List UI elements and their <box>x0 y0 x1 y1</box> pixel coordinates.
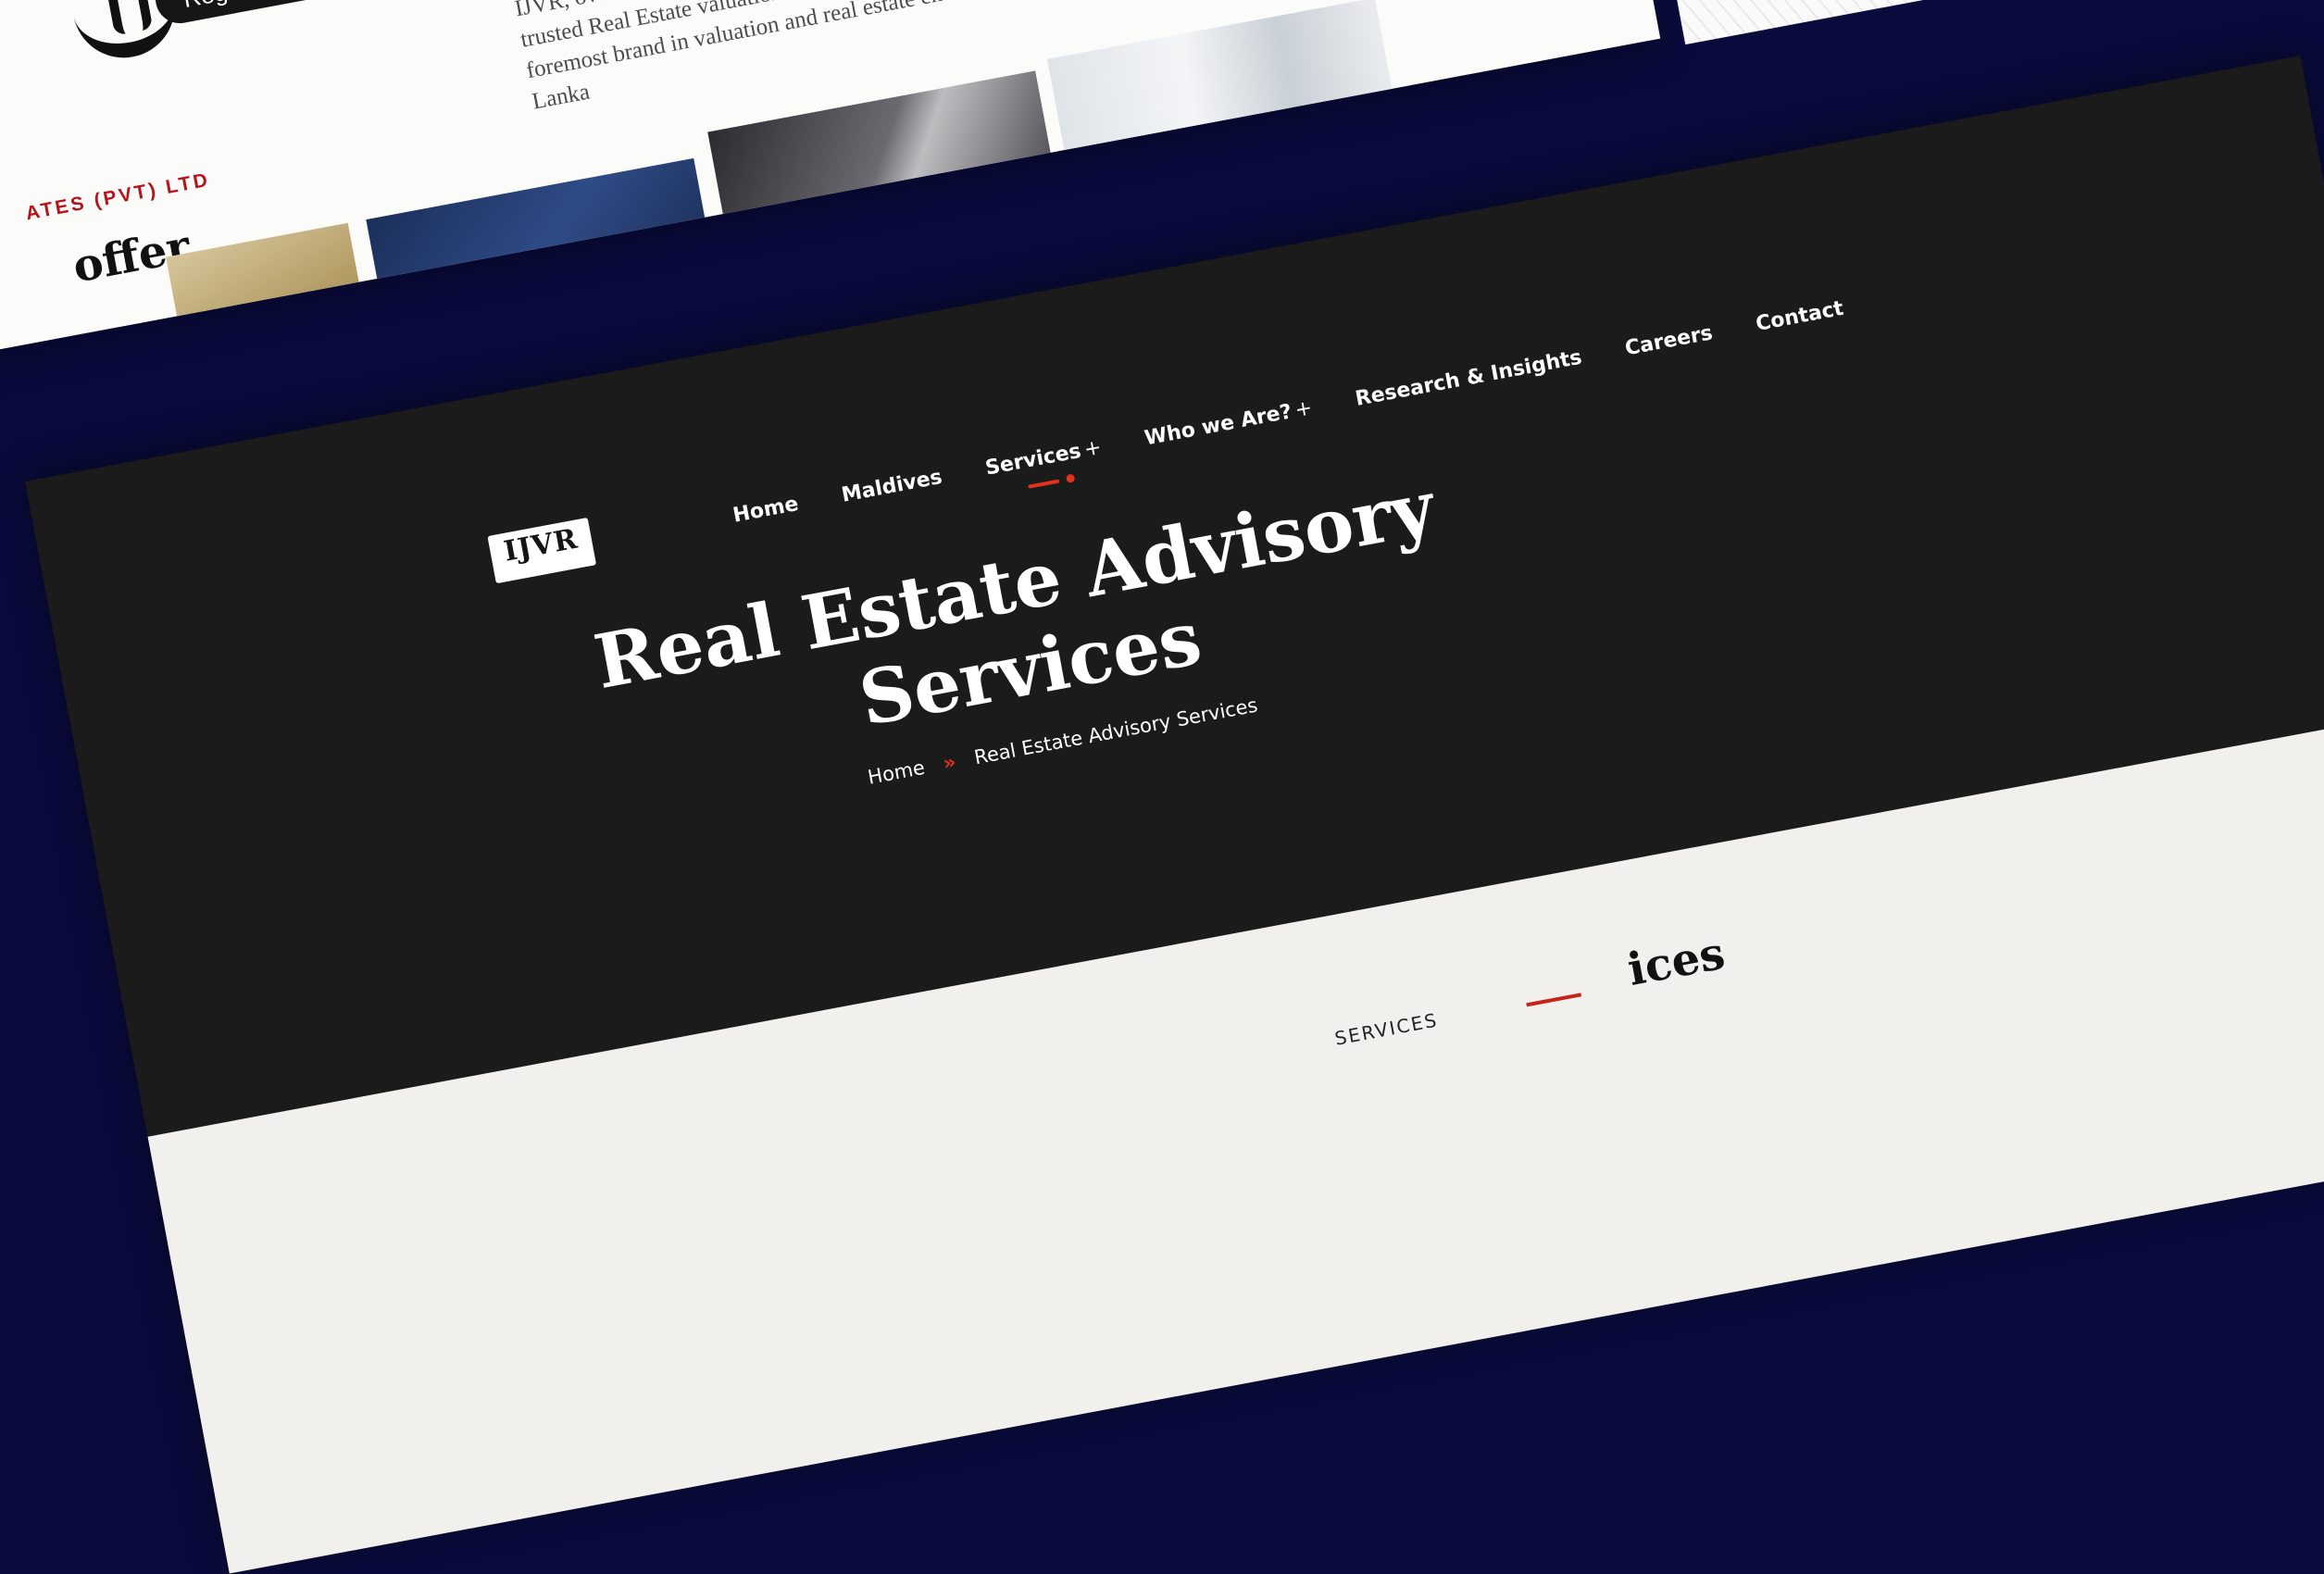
nav-item-maldives[interactable]: Maldives <box>840 466 946 521</box>
section-heading: ices <box>1623 927 1730 996</box>
expand-plus-icon: + <box>1081 435 1104 462</box>
nav-item-label: Who we Are? <box>1143 400 1294 451</box>
nav-item-label: Home <box>731 493 801 528</box>
expand-plus-icon: + <box>1293 396 1315 423</box>
active-nav-indicator <box>1028 479 1060 489</box>
nav-item-who-we-are[interactable]: Who we Are?+ <box>1143 396 1317 464</box>
double-chevron-right-icon: » <box>941 750 958 775</box>
nav-item-label: Maldives <box>839 465 944 507</box>
architecture-sketch-card <box>1667 0 2195 45</box>
ijvr-logo[interactable]: IJVR <box>487 517 597 584</box>
section-label-rule <box>1526 993 1582 1007</box>
section-label: SERVICES <box>1332 1008 1441 1050</box>
services-section: SERVICES ices <box>147 710 2324 1574</box>
services-page-screenshot: IJVR Home Maldives Services+ Who we Are?… <box>25 56 2324 1574</box>
company-label: ATES (PVT) LTD <box>23 169 212 225</box>
nav-item-label: Research & Insights <box>1353 345 1584 411</box>
breadcrumb-home-link[interactable]: Home <box>866 756 926 789</box>
nav-item-careers[interactable]: Careers <box>1623 321 1717 374</box>
regulated-by-badge: Regulated by <box>152 0 461 28</box>
nav-item-label: Careers <box>1623 321 1715 361</box>
business-suit-image <box>366 157 728 363</box>
nav-item-home[interactable]: Home <box>731 493 804 541</box>
nav-item-research-insights[interactable]: Research & Insights <box>1354 346 1586 425</box>
nav-item-services[interactable]: Services+ <box>983 436 1106 494</box>
regulated-by-text: Regulated by <box>181 0 325 13</box>
office-window-image <box>1047 0 1409 242</box>
nav-item-contact[interactable]: Contact <box>1754 297 1848 350</box>
handshake-image <box>707 70 1069 315</box>
city-sunset-image <box>166 222 382 363</box>
logo-text: IJVR <box>501 522 581 568</box>
active-nav-dot-icon <box>1066 473 1076 483</box>
nav-item-label: Contact <box>1754 296 1846 336</box>
